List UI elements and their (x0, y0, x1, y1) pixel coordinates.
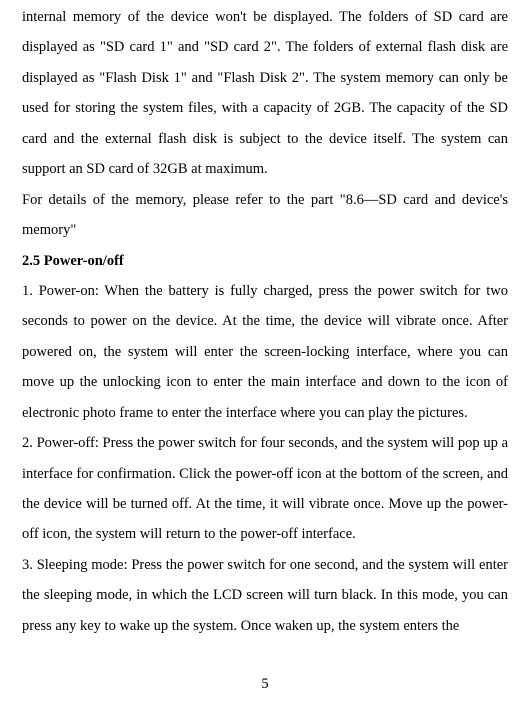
paragraph-power-on: 1. Power-on: When the battery is fully c… (22, 276, 508, 428)
paragraph-sleeping-mode: 3. Sleeping mode: Press the power switch… (22, 550, 508, 641)
page-number: 5 (0, 676, 530, 693)
paragraph-memory-folders: internal memory of the device won't be d… (22, 2, 508, 185)
document-content: internal memory of the device won't be d… (22, 0, 508, 641)
paragraph-memory-details: For details of the memory, please refer … (22, 185, 508, 246)
heading-power-onoff: 2.5 Power-on/off (22, 246, 508, 276)
paragraph-power-off: 2. Power-off: Press the power switch for… (22, 428, 508, 550)
